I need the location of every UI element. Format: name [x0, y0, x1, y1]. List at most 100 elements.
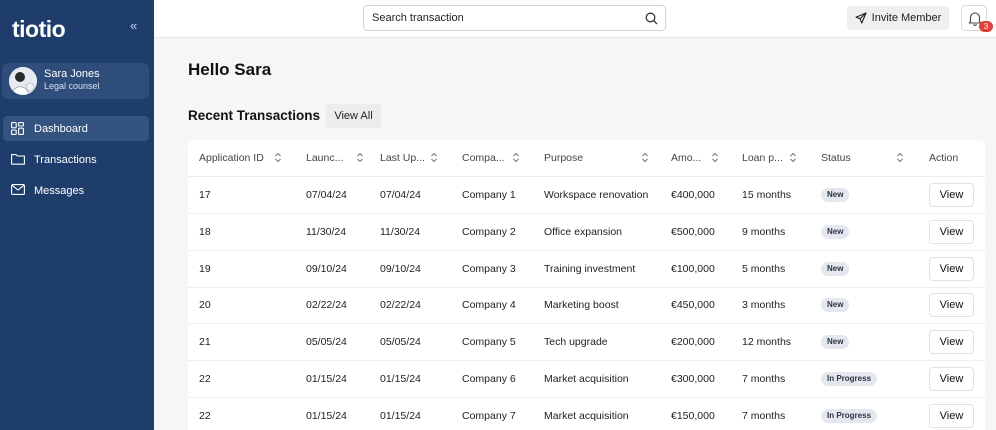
sort-icon[interactable] [641, 152, 649, 163]
status-badge: New [821, 298, 850, 313]
dashboard-grid-icon [11, 121, 25, 136]
status-badge: New [821, 335, 850, 350]
cell-amount: €150,000 [671, 409, 715, 422]
invite-member-label: Invite Member [871, 12, 942, 24]
view-all-button[interactable]: View All [326, 104, 381, 128]
search-input[interactable] [372, 6, 632, 30]
table-row: 18 11/30/24 11/30/24 Company 2 Office expans… [188, 214, 985, 251]
cell-launch-date: 11/30/24 [306, 225, 347, 238]
cell-launch-date: 09/10/24 [306, 262, 347, 275]
sort-icon[interactable] [430, 152, 438, 163]
cell-company: Company 5 [462, 336, 516, 349]
sidebar-item-label: Messages [34, 184, 85, 197]
table-row: 19 09/10/24 09/10/24 Company 3 Training inve… [188, 251, 985, 288]
sidebar-item-label: Dashboard [34, 122, 88, 135]
cell-loan-period: 12 months [742, 336, 792, 349]
cell-application-id: 19 [199, 262, 211, 275]
cell-last-update: 01/15/24 [380, 373, 421, 385]
cell-application-id: 22 [199, 409, 211, 422]
table-row: 22 01/15/24 01/15/24 Company 6 Market acquis… [188, 361, 985, 398]
view-button[interactable]: View [929, 183, 974, 207]
sort-icon[interactable] [789, 152, 797, 163]
view-button[interactable]: View [929, 403, 974, 428]
cell-amount: €300,000 [671, 373, 715, 385]
table-row: 17 07/04/24 07/04/24 Company 1 Workspace ren… [188, 177, 985, 214]
cell-purpose: Tech upgrade [544, 336, 608, 349]
sort-icon[interactable] [896, 152, 904, 163]
app-logo: tiotio [12, 16, 66, 42]
cell-last-update: 01/15/24 [380, 409, 421, 422]
cell-purpose: Office expansion [544, 225, 623, 238]
view-button[interactable]: View [929, 330, 974, 355]
status-badge: New [821, 188, 850, 202]
column-header-status[interactable]: Status [821, 152, 851, 164]
sidebar-item-messages[interactable]: Messages [3, 178, 149, 203]
column-header-application-id[interactable]: Application ID [199, 152, 264, 164]
column-header-purpose[interactable]: Purpose [544, 152, 583, 164]
cell-company: Company 3 [462, 262, 516, 275]
sidebar-item-dashboard[interactable]: Dashboard [3, 116, 149, 141]
column-header-launch-date[interactable]: Launc... [306, 152, 343, 164]
cell-loan-period: 15 months [742, 189, 792, 201]
view-button[interactable]: View [929, 219, 974, 244]
cell-amount: €100,000 [671, 262, 715, 275]
search-icon[interactable] [645, 12, 658, 25]
cell-last-update: 11/30/24 [380, 225, 421, 238]
cell-launch-date: 07/04/24 [306, 189, 347, 201]
invite-member-button[interactable]: Invite Member [847, 6, 949, 30]
cell-company: Company 1 [462, 189, 516, 201]
cell-purpose: Market acquisition [544, 409, 629, 422]
sidebar-item-transactions[interactable]: Transactions [3, 147, 149, 172]
cell-amount: €400,000 [671, 189, 715, 201]
search-box[interactable] [363, 5, 666, 31]
table-row: 20 02/22/24 02/22/24 Company 4 Marketing boo… [188, 287, 985, 325]
collapse-sidebar-icon[interactable]: « [130, 18, 137, 33]
transactions-table: Application ID Launc... Last Up... Compa… [188, 140, 985, 430]
user-profile-card[interactable]: Sara Jones Legal counsel [2, 63, 149, 99]
cell-amount: €500,000 [671, 225, 715, 238]
status-badge: In Progress [821, 408, 878, 423]
cell-launch-date: 02/22/24 [306, 299, 347, 312]
column-header-company[interactable]: Compa... [462, 152, 505, 164]
view-button[interactable]: View [929, 293, 974, 318]
sidebar: tiotio « Sara Jones Legal counsel Dashbo… [0, 0, 154, 430]
cell-last-update: 07/04/24 [380, 189, 421, 201]
notifications-button[interactable]: 3 [961, 5, 993, 32]
user-name: Sara Jones [44, 68, 100, 80]
send-icon [855, 12, 867, 24]
cell-purpose: Market acquisition [544, 373, 629, 385]
page-title: Hello Sara [188, 60, 272, 79]
cell-loan-period: 7 months [742, 373, 786, 385]
cell-launch-date: 01/15/24 [306, 409, 347, 422]
cell-application-id: 22 [199, 373, 211, 385]
notification-count-badge: 3 [979, 21, 993, 32]
status-badge: New [821, 261, 850, 276]
view-button[interactable]: View [929, 367, 974, 391]
cell-amount: €200,000 [671, 336, 715, 349]
sidebar-item-label: Transactions [34, 153, 97, 166]
sort-icon[interactable] [274, 152, 282, 163]
cell-application-id: 18 [199, 225, 211, 238]
cell-launch-date: 05/05/24 [306, 336, 347, 349]
cell-company: Company 7 [462, 409, 516, 422]
folder-icon [11, 153, 25, 167]
view-button[interactable]: View [929, 256, 974, 281]
table-header: Application ID Launc... Last Up... Compa… [188, 140, 985, 177]
mail-icon [11, 183, 25, 198]
cell-purpose: Training investment [544, 262, 636, 275]
sort-icon[interactable] [512, 152, 520, 163]
cell-last-update: 09/10/24 [380, 262, 421, 275]
cell-company: Company 6 [462, 373, 516, 385]
sort-icon[interactable] [356, 152, 364, 163]
top-bar: Invite Member 3 [154, 0, 996, 38]
column-header-loan-period[interactable]: Loan p... [742, 152, 783, 164]
cell-application-id: 20 [199, 299, 211, 312]
cell-purpose: Workspace renovation [544, 189, 649, 201]
column-header-last-update[interactable]: Last Up... [380, 152, 425, 164]
section-title: Recent Transactions [188, 108, 321, 123]
column-header-amount[interactable]: Amo... [671, 152, 701, 164]
table-row: 21 05/05/24 05/05/24 Company 5 Tech upgrade €… [188, 324, 985, 362]
sort-icon[interactable] [711, 152, 719, 163]
status-badge: New [821, 224, 850, 239]
cell-loan-period: 3 months [742, 299, 786, 312]
